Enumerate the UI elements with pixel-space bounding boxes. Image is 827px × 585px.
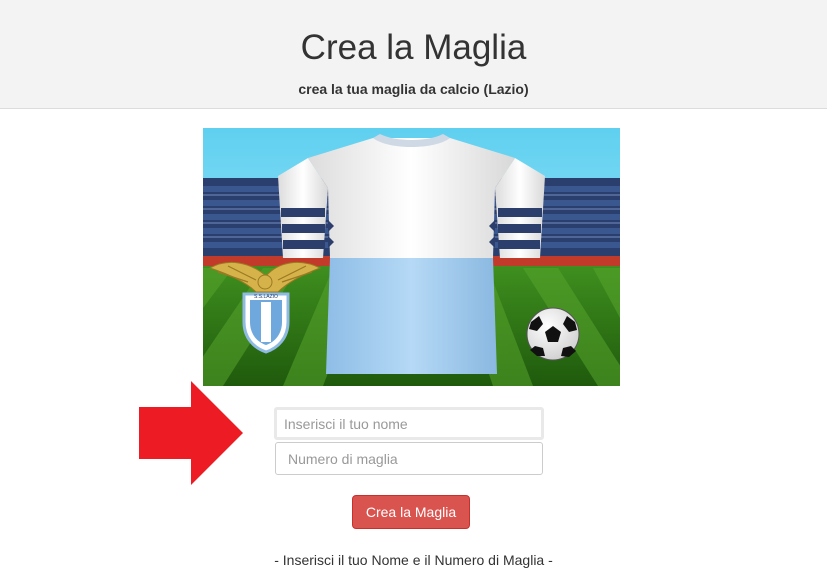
- lazio-logo-text: S.S.LAZIO: [254, 294, 278, 300]
- jersey-banner-image: S.S.LAZIO: [203, 128, 620, 386]
- arrow-right-icon: [139, 381, 243, 485]
- football: [526, 307, 580, 361]
- page-header: Crea la Maglia crea la tua maglia da cal…: [0, 0, 827, 109]
- name-input[interactable]: [274, 407, 544, 440]
- page-subtitle: crea la tua maglia da calcio (Lazio): [298, 81, 529, 97]
- instruction-text: - Inserisci il tuo Nome e il Numero di M…: [274, 552, 553, 568]
- jersey-number-input[interactable]: [275, 442, 543, 475]
- page-title: Crea la Maglia: [300, 28, 527, 67]
- create-jersey-button[interactable]: Crea la Maglia: [352, 495, 470, 529]
